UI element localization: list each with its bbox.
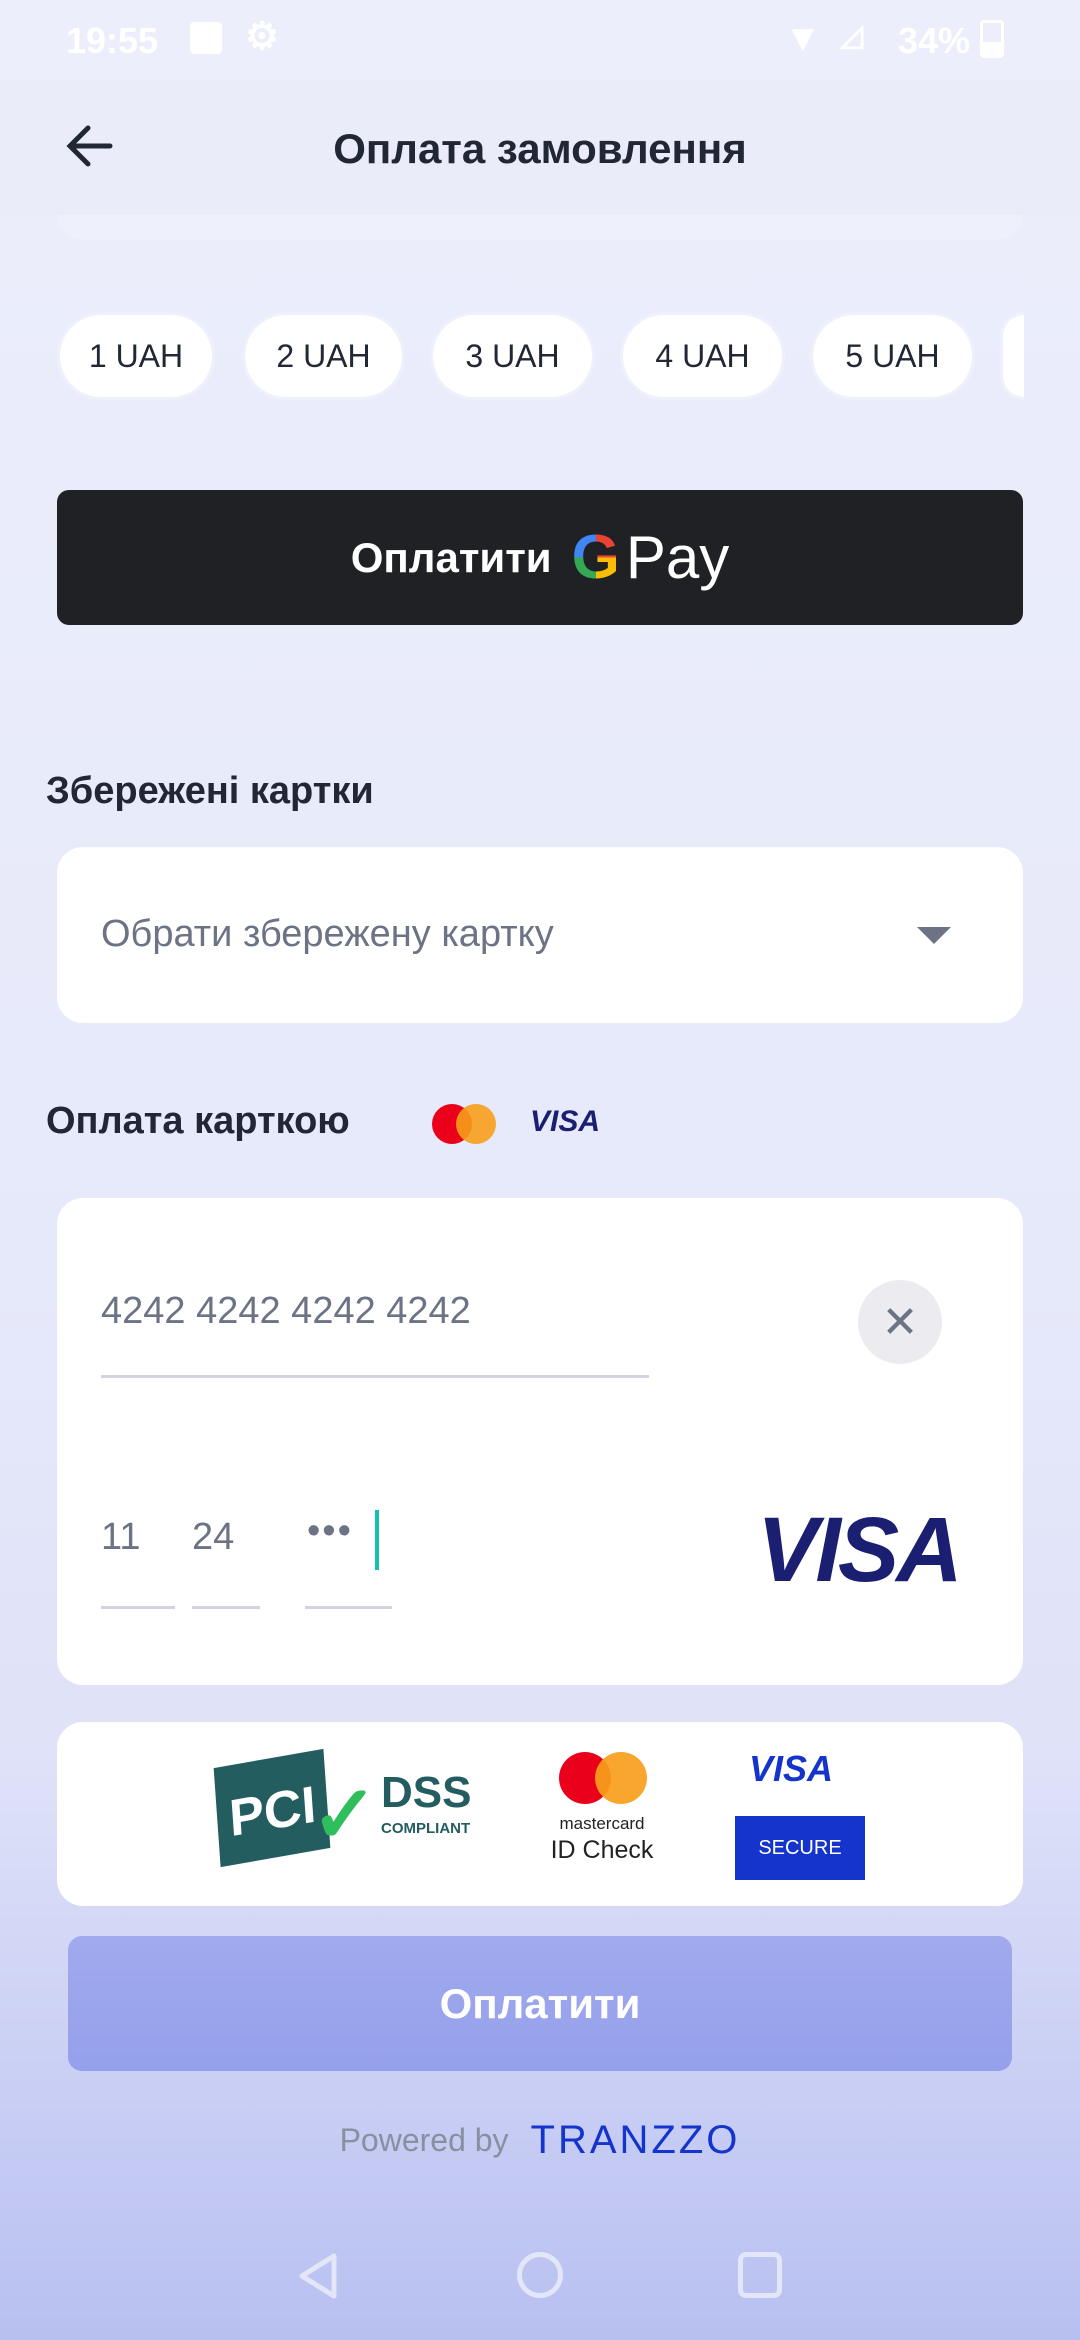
exp-month-underline — [101, 1606, 175, 1609]
amount-chip[interactable]: 3 UAH — [430, 312, 595, 400]
nav-recents-icon[interactable] — [738, 2252, 782, 2298]
saved-card-select[interactable]: Обрати збережену картку — [57, 847, 1023, 1023]
cvv-input[interactable]: ••• — [307, 1510, 353, 1553]
google-g-icon: G — [571, 523, 620, 592]
exp-year-input[interactable]: 24 — [192, 1516, 234, 1559]
settings-icon: ⚙ — [245, 16, 280, 58]
card-form: 4242 4242 4242 4242 ✕ 11 24 ••• VISA — [57, 1198, 1023, 1685]
nav-bar — [0, 2240, 1080, 2340]
saved-card-placeholder: Обрати збережену картку — [101, 913, 554, 955]
powered-by-text: Powered by — [339, 2122, 509, 2158]
card-number-input[interactable]: 4242 4242 4242 4242 — [101, 1290, 471, 1333]
trust-badges: PCI ✓ DSS COMPLIANT mastercard ID Check … — [57, 1722, 1023, 1906]
clear-icon[interactable]: ✕ — [858, 1280, 942, 1364]
google-pay-logo: G Pay — [572, 522, 730, 593]
card-number-underline — [101, 1375, 649, 1378]
status-time: 19:55 — [66, 20, 159, 61]
visa-small-icon: VISA — [530, 1105, 601, 1138]
app-header: Оплата замовлення — [0, 80, 1080, 215]
amount-chip[interactable]: 4 UAH — [620, 312, 785, 400]
cvv-underline — [305, 1606, 392, 1609]
battery-icon — [980, 20, 1004, 58]
saved-cards-heading: Збережені картки — [46, 770, 374, 812]
nav-back-icon[interactable] — [296, 2250, 340, 2302]
exp-month-input[interactable]: 11 — [101, 1516, 140, 1559]
no-signal-icon: ◿ — [840, 19, 864, 52]
wifi-icon: ▼ — [784, 18, 822, 60]
check-icon: ✓ — [311, 1770, 379, 1859]
amount-chip[interactable]: 5 UAH — [810, 312, 975, 400]
dropdown-caret-icon — [917, 927, 951, 944]
battery-percent: 34% — [898, 20, 971, 61]
powered-by: Powered by TRANZZO — [0, 2118, 1080, 2163]
status-bar: 19:55 ⚙ ▼ ◿ 34% — [0, 0, 1080, 80]
amount-chip-partial[interactable] — [1000, 312, 1024, 400]
amount-chip[interactable]: 1 UAH — [57, 312, 215, 400]
nav-home-icon[interactable] — [517, 2252, 563, 2298]
mastercard-id-check-logo: mastercard ID Check — [547, 1752, 667, 1882]
card-payment-heading: Оплата карткою — [46, 1100, 350, 1142]
tranzzo-logo: TRANZZO — [530, 2118, 741, 2162]
gpay-label: Оплатити — [350, 533, 552, 581]
visa-brand-logo: VISA — [757, 1499, 963, 1601]
visa-secure-logo: VISA SECURE — [735, 1748, 865, 1883]
google-pay-button[interactable]: Оплатити G Pay — [57, 490, 1023, 625]
mastercard-icon — [432, 1104, 496, 1144]
amount-chip[interactable]: 2 UAH — [242, 312, 405, 400]
image-icon — [190, 22, 222, 54]
exp-year-underline — [192, 1606, 260, 1609]
pay-text: Pay — [625, 524, 730, 591]
pci-dss-logo: PCI ✓ DSS COMPLIANT — [213, 1748, 517, 1868]
page-title: Оплата замовлення — [333, 125, 747, 172]
text-cursor — [375, 1510, 379, 1570]
pay-button[interactable]: Оплатити — [68, 1936, 1012, 2071]
